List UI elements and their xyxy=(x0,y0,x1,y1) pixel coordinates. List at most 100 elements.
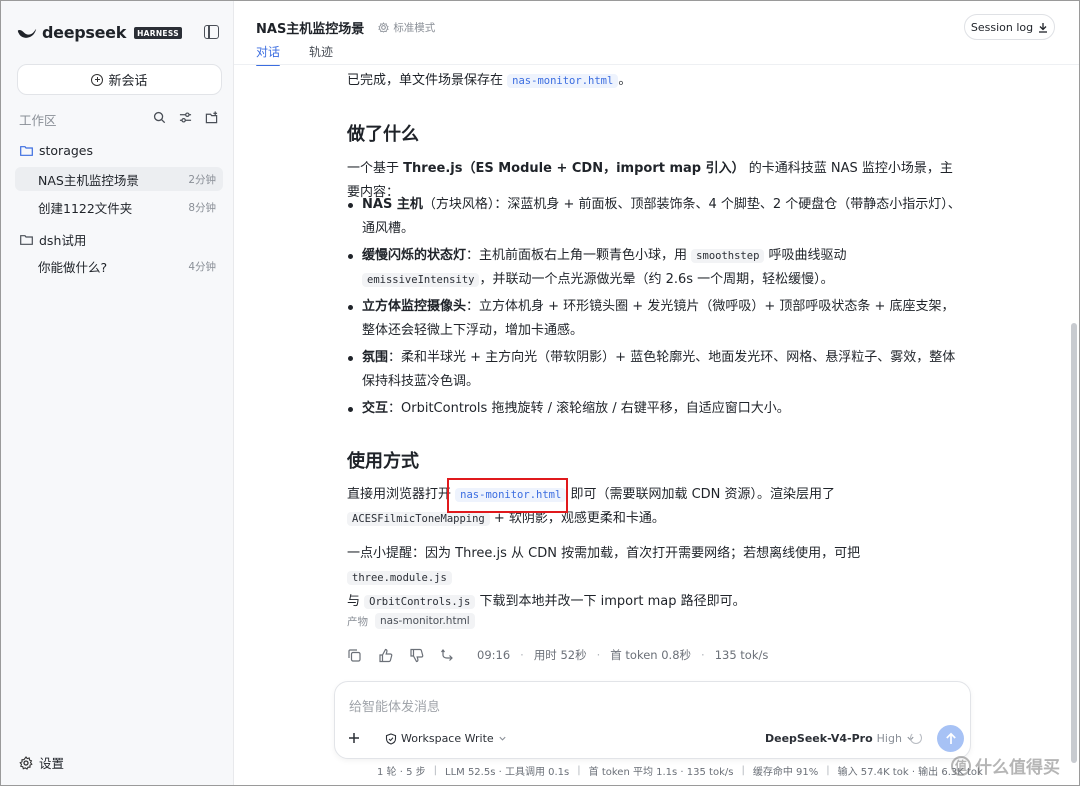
branch-icon[interactable] xyxy=(440,648,455,663)
whale-logo-icon xyxy=(17,28,37,38)
annotation-highlight-box xyxy=(447,478,568,513)
list-item: 交互：OrbitControls 拖拽旋转 / 滚轮缩放 / 右键平移，自适应窗… xyxy=(347,397,962,421)
chat-item-label: NAS主机监控场景 xyxy=(38,172,139,188)
chat-item-what-can-you-do[interactable]: 你能做什么? 4分钟 xyxy=(15,254,223,278)
chat-item-time: 4分钟 xyxy=(188,260,216,273)
new-chat-button[interactable]: 新会话 xyxy=(17,64,222,95)
logo-badge: HARNESS xyxy=(134,26,182,39)
search-icon[interactable] xyxy=(153,111,166,124)
sidebar-toggle-icon[interactable] xyxy=(204,25,219,39)
attach-plus-icon[interactable] xyxy=(345,729,363,747)
intro-suffix: 。 xyxy=(618,73,632,88)
new-chat-label: 新会话 xyxy=(108,74,148,89)
tab-trajectory[interactable]: 轨迹 xyxy=(309,43,333,66)
folder-icon xyxy=(20,145,33,156)
mode-indicator[interactable]: 标准模式 xyxy=(378,20,435,35)
usage-suffix: + 软阴影，观感更柔和卡通。 xyxy=(493,511,665,526)
workspace-mode-label: Workspace Write xyxy=(401,732,494,745)
bullet-text: ：柔和半球光 + 主方向光（带软阴影）+ 蓝色轮廓光、地面发光环、网格、悬浮粒子… xyxy=(362,350,956,389)
chat-item-folder[interactable]: 创建1122文件夹 8分钟 xyxy=(15,195,223,219)
model-select[interactable]: DeepSeek-V4-Pro High xyxy=(765,732,915,745)
logo[interactable]: deepseek HARNESS xyxy=(17,23,182,42)
dot-separator: · xyxy=(596,648,601,662)
bullet-title: 缓慢闪烁的状态灯 xyxy=(362,248,467,263)
composer-input[interactable]: 给智能体发消息 xyxy=(349,696,440,715)
loading-spinner-icon xyxy=(910,732,922,744)
mode-label: 标准模式 xyxy=(393,22,436,34)
scrollbar[interactable] xyxy=(1071,323,1077,763)
chevron-down-icon xyxy=(499,736,506,741)
heading-what: 做了什么 xyxy=(347,124,419,145)
tab-conversation[interactable]: 对话 xyxy=(256,43,281,66)
artifact-row: 产物 nas-monitor.html xyxy=(347,613,475,629)
folder-icon xyxy=(20,234,33,245)
message-duration: 用时 52秒 xyxy=(533,648,587,662)
inline-code: emissiveIntensity xyxy=(362,273,480,287)
intro-file-link[interactable]: nas-monitor.html xyxy=(507,74,619,88)
watermark-logo-icon: 值 xyxy=(951,755,971,776)
usage-paragraph: 直接用浏览器打开 nas-monitor.html 即可（需要联网加载 CDN … xyxy=(347,483,962,531)
workspace-mode-select[interactable]: Workspace Write xyxy=(385,732,507,745)
bullet-title: 氛围 xyxy=(362,350,389,365)
tab-bar: 对话 轨迹 xyxy=(256,43,333,66)
logo-text: deepseek xyxy=(42,23,127,42)
send-button[interactable] xyxy=(937,725,964,752)
heading-usage: 使用方式 xyxy=(347,451,419,472)
chat-item-time: 2分钟 xyxy=(188,173,216,186)
chat-item-label: 你能做什么? xyxy=(38,259,108,275)
what-bold: Three.js（ES Module + CDN，import map 引入） xyxy=(403,161,745,176)
folder-storages[interactable]: storages xyxy=(20,143,93,158)
gear-icon xyxy=(19,755,33,770)
session-stats: 1 轮 · 5 步 | LLM 52.5s · 工具调用 0.1s | 首 to… xyxy=(377,765,983,778)
filter-icon[interactable] xyxy=(179,111,192,124)
bullet-text: ：OrbitControls 拖拽旋转 / 滚轮缩放 / 右键平移，自适应窗口大… xyxy=(388,401,790,416)
settings-button[interactable]: 设置 xyxy=(19,753,64,772)
workspace-header: 工作区 xyxy=(19,111,224,128)
bullet-text: （方块风格）：深蓝机身 + 前面板、顶部装饰条、4 个脚垫、2 个硬盘仓（带静态… xyxy=(362,197,961,236)
folder-name: storages xyxy=(39,143,93,158)
stat-first-token: 首 token 平均 1.1s · 135 tok/s xyxy=(588,767,734,778)
session-log-label: Session log xyxy=(970,20,1034,34)
artifact-chip[interactable]: nas-monitor.html xyxy=(375,613,475,629)
plus-circle-icon xyxy=(91,73,104,86)
session-log-button[interactable]: Session log xyxy=(964,14,1055,40)
thumbs-up-icon[interactable] xyxy=(378,648,393,663)
chat-item-nas[interactable]: NAS主机监控场景 2分钟 xyxy=(15,167,223,191)
usage-mid: 即可（需要联网加载 CDN 资源）。渲染层用了 xyxy=(570,487,836,502)
inline-code: three.module.js xyxy=(347,571,452,585)
copy-icon[interactable] xyxy=(347,648,362,663)
bullet-text: ，并联动一个点光源做光晕（约 2.6s 一个周期，轻松缓慢）。 xyxy=(479,272,834,287)
feature-list: NAS 主机（方块风格）：深蓝机身 + 前面板、顶部装饰条、4 个脚垫、2 个硬… xyxy=(347,193,962,424)
chat-item-time: 8分钟 xyxy=(188,201,216,214)
download-icon xyxy=(1039,22,1048,33)
message-time: 09:16 xyxy=(477,648,511,662)
artifact-label: 产物 xyxy=(347,615,368,628)
intro-text: 已完成，单文件场景保存在 xyxy=(347,73,504,88)
dot-separator: · xyxy=(701,648,705,662)
settings-label: 设置 xyxy=(39,756,65,771)
inline-code: smoothstep xyxy=(691,249,765,263)
what-prefix: 一个基于 xyxy=(347,161,400,176)
stat-rounds: 1 轮 · 5 步 xyxy=(377,767,426,778)
bullet-title: 交互 xyxy=(362,401,389,416)
new-folder-icon[interactable] xyxy=(205,111,218,124)
sidebar: deepseek HARNESS 新会话 工作区 storages NAS主机监… xyxy=(1,1,234,785)
message-composer[interactable]: 给智能体发消息 Workspace Write DeepSeek-V4-Pro … xyxy=(334,681,971,759)
model-name: DeepSeek-V4-Pro xyxy=(765,732,873,745)
thumbs-down-icon[interactable] xyxy=(409,648,424,663)
model-level: High xyxy=(876,732,902,745)
inline-code: ACESFilmicToneMapping xyxy=(347,512,490,526)
header-divider xyxy=(234,64,1079,65)
tip-paragraph: 一点小提醒：因为 Three.js 从 CDN 按需加载，首次打开需要网络；若想… xyxy=(347,542,962,614)
message-actions: 09:16 · 用时 52秒 · 首 token 0.8秒 · 135 tok/… xyxy=(347,647,768,663)
watermark: 值 什么值得买 xyxy=(951,753,1060,778)
folder-dsh[interactable]: dsh试用 xyxy=(20,230,86,249)
mode-icon xyxy=(378,22,390,33)
list-item: 氛围：柔和半球光 + 主方向光（带软阴影）+ 蓝色轮廓光、地面发光环、网格、悬浮… xyxy=(347,346,962,394)
stat-llm: LLM 52.5s · 工具调用 0.1s xyxy=(445,767,570,778)
tip-suffix: 下载到本地并改一下 import map 路径即可。 xyxy=(479,594,746,609)
app-window: deepseek HARNESS 新会话 工作区 storages NAS主机监… xyxy=(0,0,1080,786)
stat-cache: 缓存命中 91% xyxy=(752,767,819,778)
usage-prefix: 直接用浏览器打开 xyxy=(347,487,452,502)
conversation-title: NAS主机监控场景 xyxy=(256,22,365,37)
